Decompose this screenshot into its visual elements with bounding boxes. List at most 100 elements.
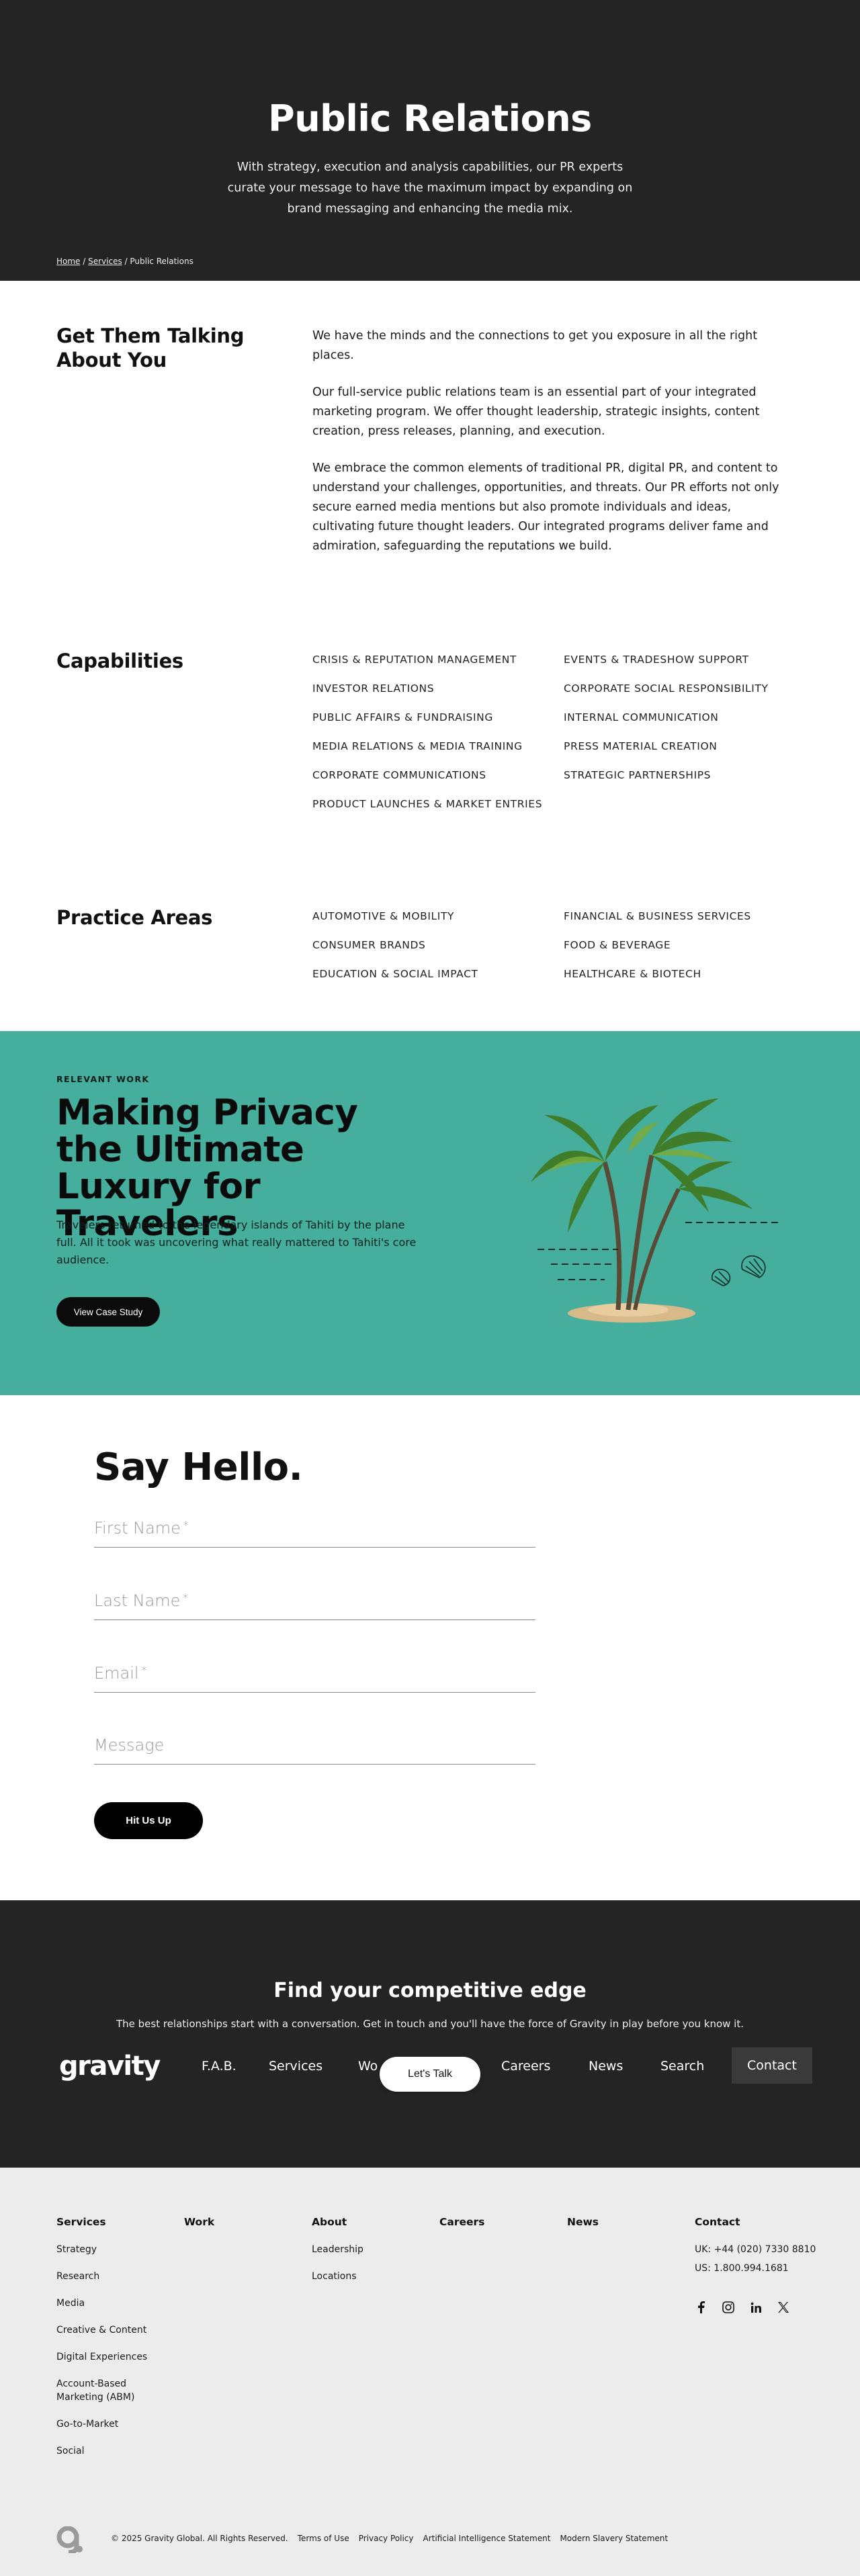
- terms-link[interactable]: Terms of Use: [298, 2534, 349, 2543]
- first-name-placeholder: First Name: [94, 1519, 181, 1538]
- breadcrumb-current: Public Relations: [130, 257, 194, 266]
- list-item: MEDIA RELATIONS & MEDIA TRAINING: [312, 740, 523, 752]
- first-name-field[interactable]: First Name *: [94, 1514, 535, 1548]
- footer-column-work: Work: [184, 2216, 214, 2243]
- practice-areas-list: AUTOMOTIVE & MOBILITY CONSUMER BRANDS ED…: [312, 910, 478, 997]
- list-item: PRESS MATERIAL CREATION: [564, 740, 718, 752]
- footer-link[interactable]: Social: [56, 2444, 164, 2458]
- list-item: INTERNAL COMMUNICATION: [564, 711, 719, 723]
- list-item: INVESTOR RELATIONS: [312, 682, 435, 695]
- list-item: FOOD & BEVERAGE: [564, 939, 671, 951]
- nav-item-news[interactable]: News: [589, 2059, 623, 2074]
- message-field[interactable]: Message: [94, 1731, 535, 1765]
- list-item: PUBLIC AFFAIRS & FUNDRAISING: [312, 711, 493, 723]
- list-item: CORPORATE SOCIAL RESPONSIBILITY: [564, 682, 769, 695]
- required-mark: *: [140, 1664, 147, 1678]
- nav-item-careers[interactable]: Careers: [501, 2059, 550, 2074]
- contact-form-title: Say Hello.: [94, 1446, 303, 1489]
- intro-paragraph: We embrace the common elements of tradit…: [312, 461, 779, 553]
- list-item: CRISIS & REPUTATION MANAGEMENT: [312, 654, 517, 666]
- footer-heading[interactable]: Work: [184, 2216, 214, 2228]
- nav-item-search[interactable]: Search: [660, 2059, 704, 2074]
- gravity-logo[interactable]: gravity: [59, 2051, 161, 2082]
- last-name-field[interactable]: Last Name *: [94, 1587, 535, 1620]
- footer-link[interactable]: Go-to-Market: [56, 2417, 164, 2431]
- case-study-description: Travelers returned to the legendary isla…: [56, 1218, 417, 1266]
- footer-heading[interactable]: About: [312, 2216, 363, 2228]
- modern-slavery-link[interactable]: Modern Slavery Statement: [560, 2534, 668, 2543]
- legal-bar: © 2025 Gravity Global. All Rights Reserv…: [111, 2534, 668, 2543]
- list-item: AUTOMOTIVE & MOBILITY: [312, 910, 455, 922]
- gravity-mark-logo[interactable]: [56, 2526, 85, 2553]
- list-item: CORPORATE COMMUNICATIONS: [312, 769, 486, 781]
- instagram-icon[interactable]: [722, 2301, 735, 2314]
- nav-item-fab[interactable]: F.A.B.: [202, 2059, 236, 2074]
- facebook-icon[interactable]: [694, 2301, 707, 2314]
- footer-link[interactable]: Digital Experiences: [56, 2350, 164, 2364]
- linkedin-icon[interactable]: [749, 2301, 763, 2314]
- copyright-text: © 2025 Gravity Global. All Rights Reserv…: [111, 2534, 288, 2543]
- practice-areas-title: Practice Areas: [56, 906, 213, 929]
- footer-column-about: About Leadership Locations: [312, 2216, 363, 2297]
- required-mark: *: [182, 1591, 189, 1605]
- x-icon[interactable]: [777, 2301, 790, 2314]
- contact-form-section: Say Hello. First Name * Last Name * Email *…: [0, 1395, 860, 1900]
- view-case-study-button[interactable]: View Case Study: [56, 1297, 160, 1327]
- list-item: FINANCIAL & BUSINESS SERVICES: [564, 910, 751, 922]
- intro-paragraph: Our full-service public relations team i…: [312, 386, 760, 438]
- social-links: [694, 2301, 790, 2314]
- nav-item-contact[interactable]: Contact: [732, 2047, 812, 2084]
- nav-item-work[interactable]: Wo: [358, 2059, 378, 2074]
- footer-heading[interactable]: Contact: [695, 2216, 829, 2228]
- capabilities-list: CRISIS & REPUTATION MANAGEMENT INVESTOR …: [312, 654, 542, 827]
- breadcrumb-separator: /: [80, 257, 89, 266]
- footer: Services Strategy Research Media Creativ…: [0, 2168, 860, 2576]
- submit-button[interactable]: Hit Us Up: [94, 1802, 203, 1839]
- footer-link[interactable]: Media: [56, 2297, 164, 2310]
- required-mark: *: [182, 1519, 189, 1533]
- case-study-banner: RELEVANT WORK Making Privacy the Ultimat…: [0, 1031, 860, 1395]
- breadcrumb-home[interactable]: Home: [56, 257, 80, 266]
- ai-statement-link[interactable]: Artificial Intelligence Statement: [423, 2534, 550, 2543]
- footer-heading[interactable]: News: [567, 2216, 599, 2228]
- footer-column-news: News: [567, 2216, 599, 2243]
- cta-title: Find your competitive edge: [273, 1979, 587, 2002]
- cta-text: The best relationships start with a conv…: [116, 2018, 744, 2030]
- nav-item-services[interactable]: Services: [269, 2059, 322, 2074]
- cta-band: Find your competitive edge The best rela…: [0, 1900, 860, 2168]
- last-name-placeholder: Last Name: [94, 1591, 181, 1610]
- footer-link[interactable]: Leadership: [312, 2243, 363, 2256]
- footer-phone-us[interactable]: US: 1.800.994.1681: [695, 2262, 829, 2275]
- page-title: Public Relations: [268, 97, 592, 140]
- footer-link[interactable]: Locations: [312, 2270, 363, 2283]
- email-placeholder: Email: [94, 1664, 139, 1683]
- footer-column-contact: Contact UK: +44 (020) 7330 8810 US: 1.80…: [695, 2216, 829, 2289]
- footer-link[interactable]: Creative & Content: [56, 2323, 164, 2337]
- intro-paragraph: We have the minds and the connections to…: [312, 329, 758, 362]
- hero-banner: Public Relations With strategy, executio…: [0, 0, 860, 281]
- palm-tree-illustration: [531, 1098, 779, 1323]
- hero-subtitle: With strategy, execution and analysis ca…: [227, 161, 633, 216]
- breadcrumb-separator: /: [122, 257, 130, 266]
- case-study-eyebrow: RELEVANT WORK: [56, 1074, 150, 1084]
- list-item: CONSUMER BRANDS: [312, 939, 426, 951]
- capabilities-list: EVENTS & TRADESHOW SUPPORT CORPORATE SOC…: [564, 654, 769, 798]
- privacy-link[interactable]: Privacy Policy: [359, 2534, 414, 2543]
- footer-heading[interactable]: Careers: [439, 2216, 484, 2228]
- footer-link[interactable]: Strategy: [56, 2243, 164, 2256]
- email-field[interactable]: Email *: [94, 1659, 535, 1693]
- breadcrumb-services[interactable]: Services: [88, 257, 122, 266]
- practice-areas-list: FINANCIAL & BUSINESS SERVICES FOOD & BEV…: [564, 910, 751, 997]
- footer-column-careers: Careers: [439, 2216, 484, 2243]
- message-placeholder: Message: [94, 1736, 165, 1755]
- list-item: EDUCATION & SOCIAL IMPACT: [312, 968, 478, 980]
- footer-link[interactable]: Account-Based Marketing (ABM): [56, 2377, 164, 2404]
- footer-phone-uk[interactable]: UK: +44 (020) 7330 8810: [695, 2243, 829, 2256]
- breadcrumb: Home / Services / Public Relations: [56, 257, 194, 266]
- list-item: HEALTHCARE & BIOTECH: [564, 968, 701, 980]
- footer-heading[interactable]: Services: [56, 2216, 164, 2228]
- list-item: PRODUCT LAUNCHES & MARKET ENTRIES: [312, 798, 543, 810]
- footer-link[interactable]: Research: [56, 2270, 164, 2283]
- lets-talk-button[interactable]: Let's Talk: [380, 2057, 480, 2092]
- intro-title: Get Them Talking About You: [56, 324, 245, 371]
